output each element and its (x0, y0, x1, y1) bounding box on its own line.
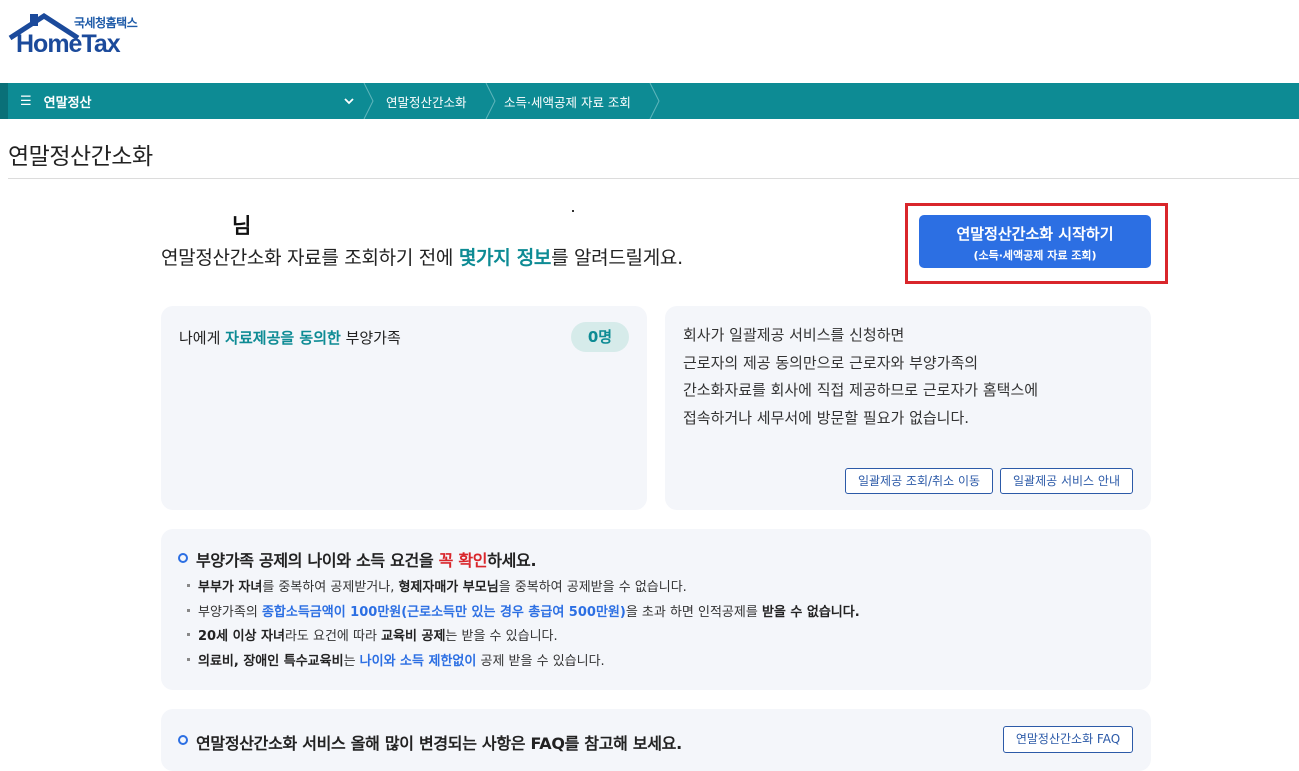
list-item: 20세 이상 자녀라도 요건에 따라 교육비 공제는 받을 수 있습니다. (185, 625, 860, 650)
hamburger-icon: ☰ (20, 93, 32, 109)
logo-wordmark: HomeTax (16, 30, 121, 58)
batch-service-guide-button[interactable]: 일괄제공 서비스 안내 (1000, 468, 1133, 494)
nav-bar: ☰ 연말정산 연말정산간소화 소득·세액공제 자료 조회 (0, 83, 1299, 119)
title-divider (8, 178, 1299, 179)
hometax-logo[interactable]: 국세청홈택스 HomeTax (8, 12, 148, 62)
logo-subtitle: 국세청홈택스 (74, 16, 138, 30)
faq-button[interactable]: 연말정산간소화 FAQ (1003, 726, 1133, 753)
circle-bullet-icon (178, 553, 188, 563)
list-item: 부부가 자녀를 중복하여 공제받거나, 형제자매가 부모님을 중복하여 공제받을… (185, 576, 860, 601)
batch-query-cancel-button[interactable]: 일괄제공 조회/취소 이동 (845, 468, 993, 494)
list-item: 의료비, 장애인 특수교육비는 나이와 소득 제한없이 공제 받을 수 있습니다… (185, 650, 860, 675)
greeting-message: 연말정산간소화 자료를 조회하기 전에 몇가지 정보를 알려드릴게요. (161, 247, 683, 269)
list-item: 부양가족의 종합소득금액이 100만원(근로소득만 있는 경우 총급여 500만… (185, 601, 860, 626)
start-simplified-button[interactable]: 연말정산간소화 시작하기 (소득·세액공제 자료 조회) (919, 215, 1151, 268)
chevron-down-icon[interactable] (343, 95, 355, 107)
consent-dependents-label: 나에게 자료제공을 동의한 부양가족 (179, 329, 401, 347)
greeting-highlight: 몇가지 정보 (458, 247, 552, 269)
consent-dependents-card: 나에게 자료제공을 동의한 부양가족 0명 (161, 306, 647, 510)
start-button-sublabel: (소득·세액공제 자료 조회) (973, 249, 1097, 262)
start-button-label: 연말정산간소화 시작하기 (956, 225, 1114, 243)
dependent-requirements-notice: 부양가족 공제의 나이와 소득 요건을 꼭 확인하세요. 부부가 자녀를 중복하… (161, 529, 1151, 690)
breadcrumb-separator-icon (649, 83, 660, 119)
notice-title: 부양가족 공제의 나이와 소득 요건을 꼭 확인하세요. (196, 551, 537, 570)
batch-provision-description: 회사가 일괄제공 서비스를 신청하면 근로자의 제공 동의만으로 근로자와 부양… (683, 326, 1039, 427)
breadcrumb-separator-icon (485, 83, 496, 119)
breadcrumb-item-simplified[interactable]: 연말정산간소화 (386, 83, 467, 119)
breadcrumb-item-deduction-lookup[interactable]: 소득·세액공제 자료 조회 (504, 83, 631, 119)
breadcrumb-separator-icon (363, 83, 374, 119)
dependents-count-badge: 0명 (571, 322, 629, 352)
nav-menu-label: 연말정산 (43, 95, 92, 111)
notice-bullet-list: 부부가 자녀를 중복하여 공제받거나, 형제자매가 부모님을 중복하여 공제받을… (185, 576, 860, 674)
faq-notice-text: 연말정산간소화 서비스 올해 많이 변경되는 사항은 FAQ를 참고해 보세요. (196, 734, 682, 753)
circle-bullet-icon (178, 735, 188, 745)
greeting-dot (572, 210, 574, 212)
greeting-name: 님 (232, 214, 252, 238)
nav-menu-button[interactable]: ☰ 연말정산 (20, 83, 92, 119)
site-header: 국세청홈택스 HomeTax (0, 0, 1299, 83)
page-title: 연말정산간소화 (8, 144, 153, 170)
nav-edge-accent (0, 83, 8, 119)
